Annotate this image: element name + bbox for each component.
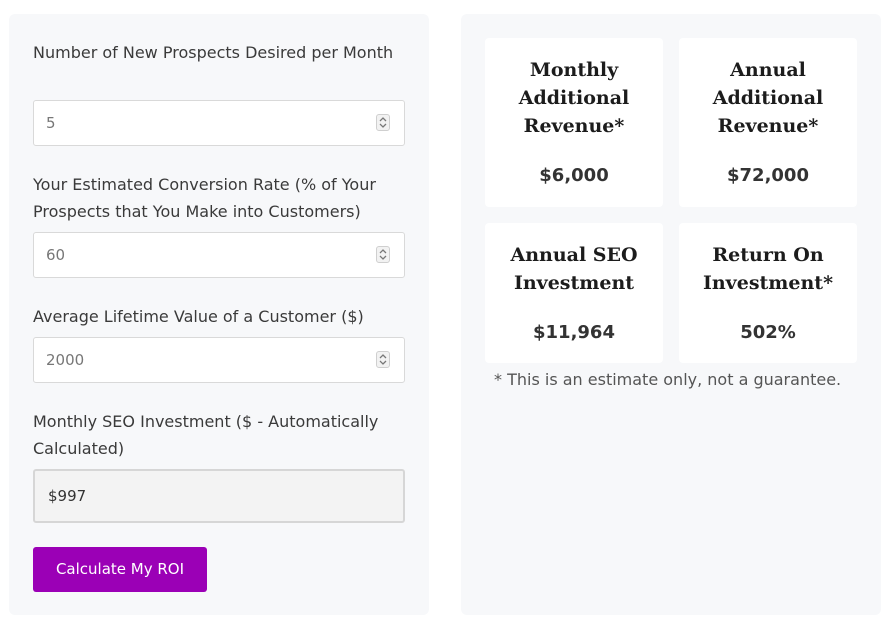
lifetime-value-value: 2000 [46, 351, 85, 369]
annual-seo-card: Annual SEO Investment $11,964 [485, 223, 663, 363]
roi-value: 502% [740, 322, 796, 343]
conversion-rate-stepper[interactable] [376, 246, 390, 263]
monthly-revenue-value: $6,000 [539, 165, 609, 186]
roi-card: Return On Investment* 502% [679, 223, 857, 363]
annual-revenue-title: Annual Additional Revenue* [712, 59, 824, 137]
monthly-seo-label: Monthly SEO Investment ($ - Automaticall… [33, 412, 379, 458]
conversion-rate-input[interactable]: 60 [33, 232, 405, 278]
annual-revenue-card: Annual Additional Revenue* $72,000 [679, 38, 857, 207]
annual-seo-title: Annual SEO Investment [510, 244, 638, 294]
monthly-revenue-card: Monthly Additional Revenue* $6,000 [485, 38, 663, 207]
disclaimer-text: * This is an estimate only, not a guaran… [494, 370, 842, 389]
annual-revenue-value: $72,000 [727, 165, 809, 186]
chevron-up-down-icon [379, 249, 387, 260]
conversion-rate-label: Your Estimated Conversion Rate (% of You… [33, 175, 376, 221]
chevron-up-down-icon [379, 354, 387, 365]
prospects-value: 5 [46, 114, 56, 132]
monthly-seo-field: $997 [33, 469, 405, 523]
prospects-input[interactable]: 5 [33, 100, 405, 146]
calculate-roi-button[interactable]: Calculate My ROI [33, 547, 207, 592]
annual-seo-value: $11,964 [533, 322, 615, 343]
prospects-label: Number of New Prospects Desired per Mont… [33, 43, 394, 62]
conversion-rate-value: 60 [46, 246, 66, 264]
prospects-stepper[interactable] [376, 114, 390, 131]
lifetime-value-label: Average Lifetime Value of a Customer ($) [33, 307, 364, 326]
monthly-seo-value: $997 [48, 487, 87, 505]
input-panel: Number of New Prospects Desired per Mont… [9, 14, 429, 615]
roi-title: Return On Investment* [702, 244, 834, 294]
monthly-revenue-title: Monthly Additional Revenue* [518, 59, 630, 137]
chevron-up-down-icon [379, 117, 387, 128]
lifetime-value-input[interactable]: 2000 [33, 337, 405, 383]
lifetime-value-stepper[interactable] [376, 351, 390, 368]
roi-calculator: Number of New Prospects Desired per Mont… [0, 0, 895, 633]
